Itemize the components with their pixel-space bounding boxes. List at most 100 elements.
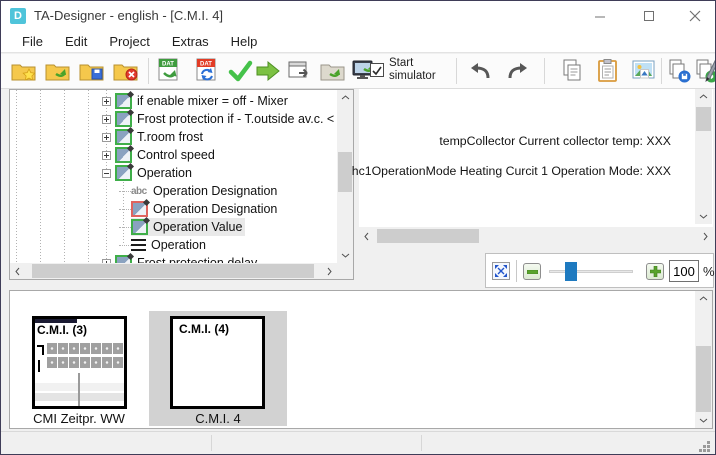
tree-item[interactable]: abc Operation Designation <box>10 182 337 200</box>
image-icon <box>630 57 658 85</box>
tree-item[interactable]: if enable mixer = off - Mixer <box>10 92 337 110</box>
statusbar-separator <box>211 435 212 451</box>
scrollbar-thumb[interactable] <box>696 107 711 131</box>
tree-item[interactable]: T.room frost <box>10 128 337 146</box>
save-project-button[interactable] <box>77 56 107 86</box>
expand-arrows-icon <box>494 264 508 278</box>
pages-vertical-scrollbar[interactable] <box>695 291 712 428</box>
tree-item[interactable]: Control speed <box>10 146 337 164</box>
scroll-down-arrow[interactable] <box>695 209 712 224</box>
undo-button[interactable] <box>466 56 496 86</box>
redo-button[interactable] <box>502 56 532 86</box>
menu-file[interactable]: File <box>11 31 54 53</box>
tree-item-selected[interactable]: Operation Value <box>10 218 337 236</box>
paste-button[interactable] <box>593 56 623 86</box>
maximize-button[interactable] <box>626 1 671 31</box>
copy-button[interactable] <box>557 56 587 86</box>
folder-export-icon <box>319 57 347 85</box>
menu-edit[interactable]: Edit <box>54 31 98 53</box>
menu-extras[interactable]: Extras <box>161 31 220 53</box>
tree-horizontal-scrollbar[interactable] <box>10 263 353 279</box>
thumbnail-preview[interactable]: C.M.I. (4) <box>170 316 265 409</box>
scroll-right-arrow[interactable] <box>698 228 713 244</box>
expander-plus-icon[interactable] <box>102 115 111 124</box>
menu-project[interactable]: Project <box>98 31 160 53</box>
open-dat-button[interactable]: DAT <box>154 56 184 86</box>
resize-grip[interactable] <box>707 441 710 444</box>
zoom-percent-input[interactable] <box>669 260 699 282</box>
tree-vertical-scrollbar[interactable] <box>337 90 353 263</box>
scroll-down-arrow[interactable] <box>337 248 353 263</box>
tree-connector <box>119 209 131 210</box>
window-export-icon <box>286 57 314 85</box>
expander-minus-icon[interactable] <box>102 169 111 178</box>
preview-text-line: tempCollector Current collector temp: XX… <box>439 134 671 148</box>
image-element-icon <box>115 111 132 127</box>
tree-item[interactable]: Operation <box>10 236 337 254</box>
expander-plus-icon[interactable] <box>102 97 111 106</box>
dat-file-reload-icon: DAT <box>193 57 221 85</box>
thumbnail-title: C.M.I. (4) <box>179 322 229 336</box>
undo-icon <box>467 57 495 85</box>
stylus-pen-icon <box>703 57 716 85</box>
scroll-left-arrow[interactable] <box>10 263 25 279</box>
svg-text:DAT: DAT <box>162 62 174 68</box>
toolbar-separator <box>456 58 457 84</box>
export-page-button[interactable] <box>285 56 315 86</box>
reload-dat-button[interactable]: DAT <box>192 56 222 86</box>
export-folder-button[interactable] <box>318 56 348 86</box>
zoom-in-button[interactable] <box>646 263 664 280</box>
toolbar: DAT DAT Start simulator <box>1 54 715 89</box>
run-button[interactable] <box>253 56 283 86</box>
scrollbar-thumb[interactable] <box>32 264 314 278</box>
minimize-button[interactable] <box>577 1 622 31</box>
fit-to-window-button[interactable] <box>492 262 510 280</box>
function-tree-panel: if enable mixer = off - Mixer Frost prot… <box>9 89 354 280</box>
scroll-right-arrow[interactable] <box>322 263 337 279</box>
close-button[interactable] <box>672 1 716 31</box>
page-thumbnail-cmi4-selected[interactable]: C.M.I. (4) C.M.I. 4 <box>149 311 287 426</box>
page-preview-panel: tempCollector Current collector temp: XX… <box>359 89 713 227</box>
scroll-left-arrow[interactable] <box>359 228 374 244</box>
expander-plus-icon[interactable] <box>102 133 111 142</box>
scroll-up-arrow[interactable] <box>695 291 712 306</box>
toolbar-separator <box>544 58 545 84</box>
tree-content: if enable mixer = off - Mixer Frost prot… <box>10 90 337 263</box>
scrollbar-thumb[interactable] <box>377 229 479 243</box>
new-project-button[interactable] <box>9 56 39 86</box>
tree-item[interactable]: Frost protection delay <box>10 254 337 263</box>
scroll-down-arrow[interactable] <box>695 413 712 428</box>
redo-icon <box>503 57 531 85</box>
zoom-slider-thumb[interactable] <box>565 262 577 281</box>
page-thumbnail-cmi3[interactable]: C.M.I. (3) CMI Zeitpr. WW <box>24 311 134 426</box>
percent-label: % <box>703 264 715 279</box>
minus-icon <box>527 270 538 274</box>
scroll-up-arrow[interactable] <box>337 90 353 105</box>
preview-horizontal-scrollbar[interactable] <box>359 228 713 244</box>
copy-to-file-button[interactable] <box>664 56 694 86</box>
start-simulator-checkbox[interactable] <box>370 63 384 77</box>
preview-vertical-scrollbar[interactable] <box>695 89 712 224</box>
insert-image-button[interactable] <box>629 56 659 86</box>
expander-plus-icon[interactable] <box>102 151 111 160</box>
open-project-button[interactable] <box>43 56 73 86</box>
zoom-out-button[interactable] <box>523 263 541 280</box>
folder-close-icon <box>112 57 140 85</box>
scrollbar-thumb[interactable] <box>338 152 352 192</box>
scroll-up-arrow[interactable] <box>695 89 712 104</box>
tree-item[interactable]: Operation Designation <box>10 200 337 218</box>
start-simulator-label[interactable]: Start simulator <box>389 57 451 83</box>
zoom-slider-track[interactable] <box>549 270 633 273</box>
scrollbar-thumb[interactable] <box>696 346 711 412</box>
selection-highlight: Operation Value <box>131 218 245 236</box>
close-project-button[interactable] <box>111 56 141 86</box>
paste-clipboard-icon <box>594 57 622 85</box>
preview-text-line: hc1OperationMode Heating Curcit 1 Operat… <box>352 164 671 178</box>
validate-button[interactable] <box>225 56 255 86</box>
tree-item[interactable]: Frost protection if - T.outside av.c. < <box>10 110 337 128</box>
stylus-tool-button[interactable] <box>703 56 716 86</box>
thumbnail-preview[interactable]: C.M.I. (3) <box>32 316 127 409</box>
tree-item[interactable]: Operation <box>10 164 337 182</box>
menu-help[interactable]: Help <box>220 31 269 53</box>
dat-file-open-icon: DAT <box>155 57 183 85</box>
